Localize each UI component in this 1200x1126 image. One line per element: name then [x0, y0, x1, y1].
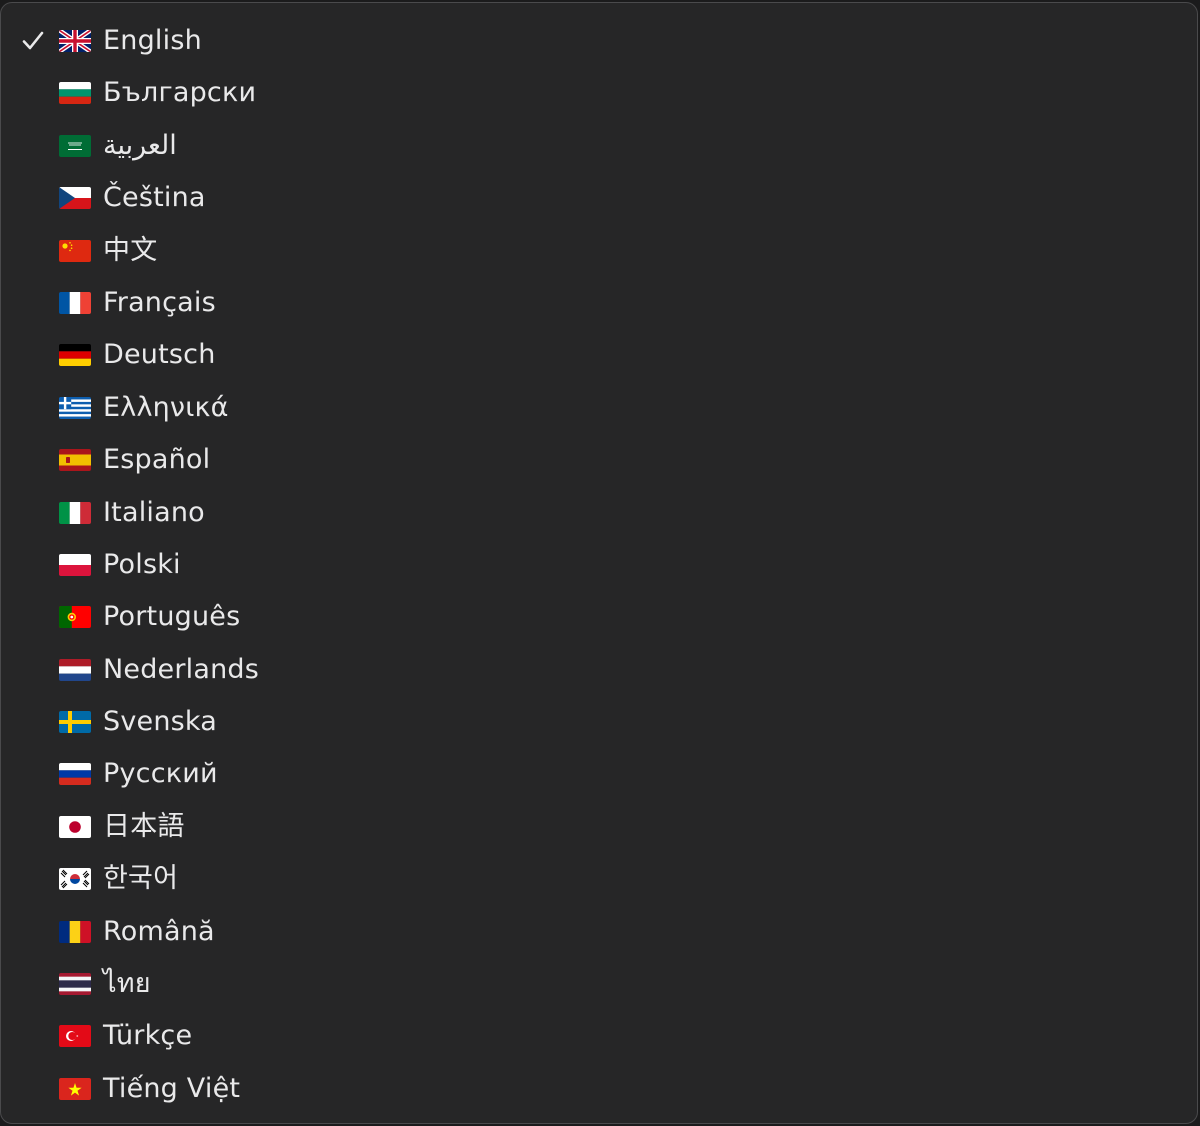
language-label: Deutsch	[103, 339, 216, 371]
language-label: 日本語	[103, 810, 185, 842]
language-label: Türkçe	[103, 1020, 193, 1052]
language-item-japanese[interactable]: 日本語	[1, 801, 1197, 853]
checkmark-icon	[21, 29, 45, 53]
language-label: Čeština	[103, 182, 206, 214]
language-item-romanian[interactable]: Română	[1, 906, 1197, 958]
language-item-russian[interactable]: Русский	[1, 748, 1197, 800]
language-item-czech[interactable]: Čeština	[1, 172, 1197, 224]
language-item-korean[interactable]: 한국어	[1, 853, 1197, 905]
language-item-swedish[interactable]: Svenska	[1, 696, 1197, 748]
flag-vn-icon	[59, 1077, 91, 1100]
flag-gb-icon	[59, 30, 91, 52]
flag-sa-icon	[59, 134, 91, 157]
language-label: 한국어	[103, 863, 179, 895]
language-item-french[interactable]: Français	[1, 277, 1197, 329]
language-list: English Български العربية Čeština 中文 Fra…	[1, 15, 1197, 1115]
flag-se-icon	[59, 711, 91, 734]
language-label: Svenska	[103, 706, 218, 738]
language-label: Italiano	[103, 496, 205, 528]
flag-th-icon	[59, 973, 91, 996]
flag-nl-icon	[59, 658, 91, 681]
language-label: Ελληνικά	[103, 391, 229, 423]
language-label: Français	[103, 286, 216, 318]
flag-bg-icon	[59, 82, 91, 105]
language-item-thai[interactable]: ไทย	[1, 958, 1197, 1010]
language-label: Español	[103, 444, 211, 476]
flag-cz-icon	[59, 187, 91, 210]
language-label: English	[103, 25, 202, 56]
flag-ru-icon	[59, 763, 91, 786]
flag-ro-icon	[59, 920, 91, 943]
flag-gr-icon	[59, 396, 91, 419]
language-item-turkish[interactable]: Türkçe	[1, 1010, 1197, 1062]
flag-pl-icon	[59, 553, 91, 576]
language-item-bulgarian[interactable]: Български	[1, 67, 1197, 119]
language-item-greek[interactable]: Ελληνικά	[1, 382, 1197, 434]
language-label: العربية	[103, 129, 177, 161]
language-item-polish[interactable]: Polski	[1, 539, 1197, 591]
flag-cn-icon	[59, 239, 91, 262]
language-item-portuguese[interactable]: Português	[1, 591, 1197, 643]
language-label: Polski	[103, 548, 181, 580]
language-item-italian[interactable]: Italiano	[1, 487, 1197, 539]
language-label: Русский	[103, 758, 218, 790]
language-item-german[interactable]: Deutsch	[1, 329, 1197, 381]
language-label: Română	[103, 915, 215, 947]
language-item-vietnamese[interactable]: Tiếng Việt	[1, 1063, 1197, 1115]
flag-tr-icon	[59, 1025, 91, 1048]
flag-de-icon	[59, 344, 91, 367]
language-item-english[interactable]: English	[1, 15, 1197, 67]
language-item-arabic[interactable]: العربية	[1, 120, 1197, 172]
language-item-chinese[interactable]: 中文	[1, 225, 1197, 277]
language-label: ไทย	[103, 968, 151, 1000]
flag-fr-icon	[59, 291, 91, 314]
language-item-dutch[interactable]: Nederlands	[1, 644, 1197, 696]
language-label: Português	[103, 601, 241, 633]
language-menu: English Български العربية Čeština 中文 Fra…	[0, 2, 1198, 1124]
language-label: Български	[103, 77, 257, 109]
language-label: 中文	[103, 234, 158, 266]
language-item-spanish[interactable]: Español	[1, 434, 1197, 486]
language-label: Nederlands	[103, 653, 260, 685]
flag-kr-icon	[59, 868, 91, 891]
flag-es-icon	[59, 449, 91, 472]
flag-it-icon	[59, 501, 91, 524]
flag-jp-icon	[59, 815, 91, 838]
language-label: Tiếng Việt	[103, 1072, 241, 1104]
flag-pt-icon	[59, 606, 91, 629]
